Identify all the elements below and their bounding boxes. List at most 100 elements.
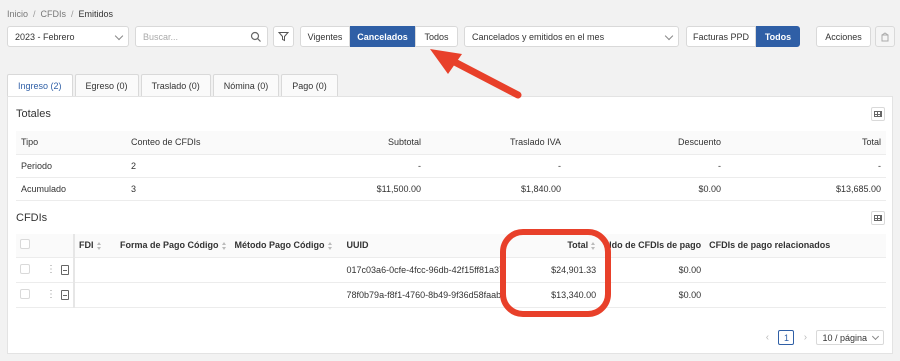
- breadcrumb: Inicio / CFDIs / Emitidos: [7, 9, 114, 19]
- row-actions-cell: ⋮: [42, 282, 75, 308]
- table-row[interactable]: ⋮ 017c03a6-0cfe-4fcc-96db-42f15ff81a37 $…: [16, 257, 886, 283]
- cell-cfdi: [73, 282, 117, 308]
- cfdis-columns-button[interactable]: [871, 211, 885, 225]
- cell-relacionados: [705, 282, 886, 308]
- cell-metodo-pago: [230, 282, 343, 308]
- totales-columns-button[interactable]: [871, 107, 885, 121]
- prev-page-icon[interactable]: ‹: [762, 332, 772, 343]
- page-number[interactable]: 1: [778, 330, 795, 345]
- kebab-menu-icon[interactable]: ⋮: [46, 289, 56, 300]
- cell-total: $24,901.33: [510, 257, 601, 283]
- sort-icon: [591, 241, 596, 250]
- tab-traslado[interactable]: Traslado (0): [140, 74, 211, 96]
- chevron-down-icon: [664, 31, 674, 41]
- col-uuid[interactable]: UUID: [342, 234, 511, 258]
- range-value: Cancelados y emitidos en el mes: [472, 31, 605, 42]
- cell-conteo: 2: [126, 154, 266, 178]
- cell-descuento: $0.00: [566, 177, 726, 201]
- status-cancelados-button[interactable]: Cancelados: [350, 26, 415, 47]
- table-row: Acumulado 3 $11,500.00 $1,840.00 $0.00 $…: [16, 177, 886, 201]
- row-actions-cell: ⋮: [42, 257, 75, 283]
- cell-total: $13,340.00: [510, 282, 601, 308]
- next-page-icon[interactable]: ›: [800, 332, 810, 343]
- filter-icon: [278, 32, 289, 42]
- search-icon[interactable]: [250, 31, 262, 43]
- export-button[interactable]: [875, 26, 895, 47]
- col-forma-pago[interactable]: Forma de Pago Código: [116, 234, 231, 258]
- table-icon: [874, 111, 882, 117]
- row-checkbox[interactable]: [20, 263, 30, 274]
- toolbar: 2023 - Febrero Buscar... Vigentes Cancel…: [0, 26, 900, 48]
- col-uuid-label: UUID: [346, 240, 369, 251]
- breadcrumb-cfdis[interactable]: CFDIs: [41, 9, 67, 19]
- cfdi-type-tabs: Ingreso (2) Egreso (0) Traslado (0) Nómi…: [7, 74, 340, 96]
- period-select[interactable]: 2023 - Febrero: [7, 26, 129, 47]
- filter-button[interactable]: [273, 26, 294, 47]
- cell-conteo: 3: [126, 177, 266, 201]
- range-select[interactable]: Cancelados y emitidos en el mes: [464, 26, 679, 47]
- cell-descuento: -: [566, 154, 726, 178]
- period-value: 2023 - Febrero: [15, 31, 75, 42]
- col-traslado-iva: Traslado IVA: [426, 131, 566, 155]
- page-size-select[interactable]: 10 / página: [816, 330, 884, 345]
- col-forma-pago-label: Forma de Pago Código: [120, 240, 219, 251]
- type-todos-button[interactable]: Todos: [756, 26, 800, 47]
- row-checkbox[interactable]: [20, 288, 30, 299]
- red-arrow-annotation: [430, 49, 522, 99]
- status-todos-button[interactable]: Todos: [415, 26, 458, 47]
- cell-forma-pago: [116, 282, 231, 308]
- document-icon[interactable]: [61, 289, 70, 300]
- content-panel: Totales Tipo Conteo de CFDIs Subtotal Tr…: [7, 96, 893, 354]
- sort-icon: [221, 241, 227, 250]
- status-vigentes-button[interactable]: Vigentes: [300, 26, 350, 47]
- sort-icon: [327, 241, 333, 250]
- totales-title: Totales: [16, 108, 51, 120]
- cell-tipo: Periodo: [16, 154, 126, 178]
- col-conteo: Conteo de CFDIs: [126, 131, 266, 155]
- cell-uuid: 017c03a6-0cfe-4fcc-96db-42f15ff81a37: [342, 257, 511, 283]
- tab-pago[interactable]: Pago (0): [281, 74, 338, 96]
- document-icon[interactable]: [61, 264, 70, 275]
- col-total: Total: [726, 131, 886, 155]
- cell-uuid: 78f0b79a-f8f1-4760-8b49-9f36d58faabd: [342, 282, 511, 308]
- col-total-label: Total: [567, 240, 589, 251]
- col-tipo: Tipo: [16, 131, 126, 155]
- pagination: ‹ 1 › 10 / página: [762, 330, 884, 345]
- chevron-down-icon: [114, 31, 124, 41]
- page-size-value: 10 / página: [822, 332, 867, 343]
- totales-table: Tipo Conteo de CFDIs Subtotal Traslado I…: [16, 131, 886, 201]
- col-saldo[interactable]: ldo de CFDIs de pago: [600, 234, 706, 258]
- col-cfdi[interactable]: FDI: [73, 234, 117, 258]
- actions-header: [42, 234, 75, 258]
- cell-cfdi: [73, 257, 117, 283]
- table-row[interactable]: ⋮ 78f0b79a-f8f1-4760-8b49-9f36d58faabd $…: [16, 282, 886, 308]
- tab-nomina[interactable]: Nómina (0): [212, 74, 280, 96]
- facturas-ppd-button[interactable]: Facturas PPD: [686, 26, 756, 47]
- col-metodo-pago[interactable]: Método Pago Código: [230, 234, 343, 258]
- sort-icon: [96, 241, 102, 250]
- row-select-cell: [16, 282, 42, 308]
- select-all-checkbox[interactable]: [20, 239, 30, 250]
- breadcrumb-inicio[interactable]: Inicio: [7, 9, 28, 19]
- select-all-cell: [16, 234, 42, 258]
- table-row: Periodo 2 - - - -: [16, 154, 886, 178]
- col-cfdi-label: FDI: [79, 240, 94, 251]
- cfdis-title: CFDIs: [16, 212, 48, 224]
- cell-saldo: $0.00: [600, 282, 706, 308]
- search-input[interactable]: Buscar...: [135, 26, 268, 47]
- tab-ingreso[interactable]: Ingreso (2): [7, 74, 73, 96]
- cfdis-table: FDI Forma de Pago Código Método Pago Cód…: [16, 234, 886, 308]
- cell-traslado-iva: -: [426, 154, 566, 178]
- kebab-menu-icon[interactable]: ⋮: [46, 264, 56, 275]
- acciones-button[interactable]: Acciones: [816, 26, 871, 47]
- cell-subtotal: $11,500.00: [266, 177, 426, 201]
- cell-total: -: [726, 154, 886, 178]
- cfdis-header-row: FDI Forma de Pago Código Método Pago Cód…: [16, 234, 886, 258]
- cell-relacionados: [705, 257, 886, 283]
- chevron-down-icon: [871, 332, 880, 341]
- cell-traslado-iva: $1,840.00: [426, 177, 566, 201]
- col-metodo-pago-label: Método Pago Código: [234, 240, 325, 251]
- col-total[interactable]: Total: [510, 234, 601, 258]
- col-relacionados[interactable]: CFDIs de pago relacionados: [705, 234, 886, 258]
- tab-egreso[interactable]: Egreso (0): [74, 74, 139, 96]
